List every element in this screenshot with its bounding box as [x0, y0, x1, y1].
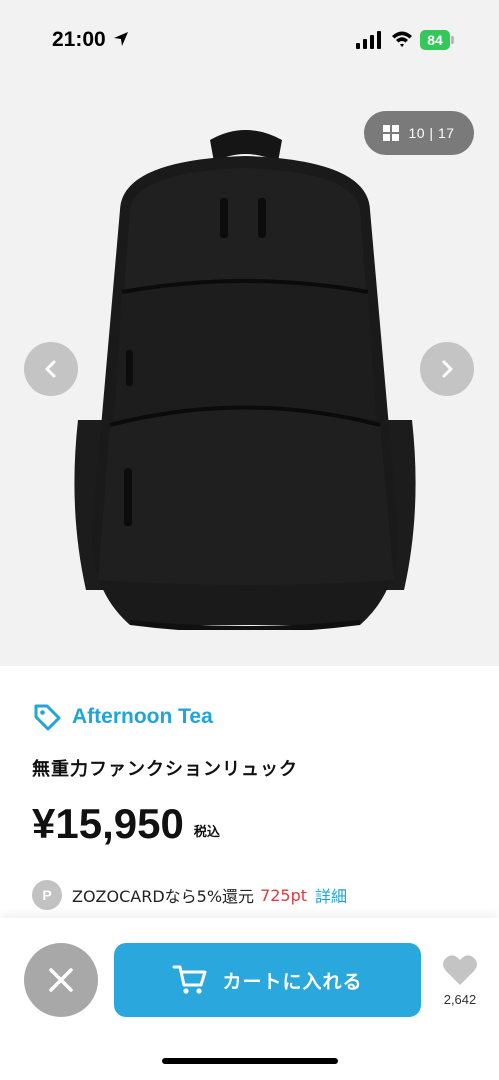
close-icon: [49, 968, 73, 992]
chevron-right-icon: [442, 360, 453, 378]
bottom-action-bar: カートに入れる 2,642: [0, 918, 499, 1080]
points-value: 725pt: [260, 885, 308, 905]
backpack-product-image: [74, 130, 416, 630]
favorite-count: 2,642: [443, 992, 477, 1007]
next-image-button[interactable]: [420, 342, 474, 396]
status-bar: 21:00 84: [0, 0, 499, 72]
points-badge-icon: P: [32, 880, 62, 910]
previous-image-button[interactable]: [24, 342, 78, 396]
close-button[interactable]: [24, 943, 98, 1017]
image-counter-button[interactable]: 10 | 17: [364, 111, 474, 155]
product-price: ¥15,950: [32, 800, 184, 847]
battery-cap: [451, 36, 454, 44]
product-name: 無重力ファンクションリュック: [32, 759, 298, 780]
add-to-cart-button[interactable]: カートに入れる: [114, 943, 421, 1017]
brand-name: Afternoon Tea: [72, 705, 213, 728]
status-time: 21:00: [52, 28, 106, 51]
points-details-link[interactable]: 詳細: [315, 883, 347, 907]
battery-level: 84: [420, 30, 450, 50]
tag-icon: [34, 704, 61, 731]
price-row: ¥15,950 税込: [32, 800, 220, 848]
product-screen: 21:00 84 10 | 17 Afternoon Tea 無重力ファンクショ…: [0, 0, 499, 1080]
home-indicator: [162, 1058, 338, 1064]
product-image-gallery[interactable]: 10 | 17: [0, 72, 499, 666]
image-counter-text: 10 | 17: [408, 125, 455, 141]
tax-note: 税込: [193, 825, 220, 840]
battery-icon: 84: [420, 30, 454, 50]
points-text: ZOZOCARDなら5%還元: [72, 887, 255, 906]
grid-icon: [383, 125, 400, 141]
favorite-button[interactable]: 2,642: [434, 954, 486, 1014]
add-to-cart-label: カートに入れる: [222, 970, 363, 993]
cellular-signal-icon: [356, 31, 381, 49]
heart-icon: [443, 955, 477, 985]
location-arrow-icon: [114, 32, 128, 46]
cart-icon: [172, 965, 207, 994]
brand-link[interactable]: Afternoon Tea: [32, 702, 213, 732]
chevron-left-icon: [45, 360, 56, 378]
points-row: P ZOZOCARDなら5%還元 725pt 詳細: [32, 880, 347, 910]
wifi-icon: [392, 31, 412, 47]
